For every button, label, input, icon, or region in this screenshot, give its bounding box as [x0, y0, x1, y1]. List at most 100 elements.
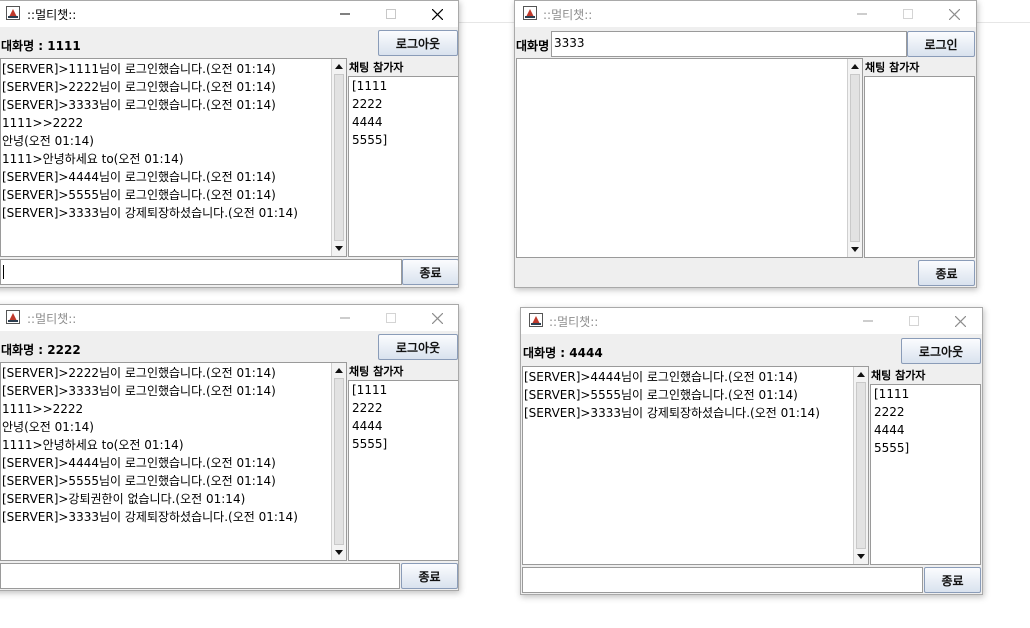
scroll-up-button[interactable] [854, 367, 868, 382]
login-button[interactable]: 로그인 [907, 31, 975, 57]
close-icon [431, 8, 443, 20]
scroll-up-button[interactable] [848, 59, 862, 74]
chat-message: [SERVER]>5555님이 로그인했습니다.(오전 01:14) [524, 388, 798, 402]
window-client: 대화명 : 2222 로그아웃 [SERVER]>2222님이 로그인했습니다.… [0, 331, 458, 590]
close-window-button[interactable] [414, 1, 458, 27]
minimize-icon [340, 13, 350, 15]
nickname-label: 대화명 [516, 39, 550, 53]
participant-item[interactable]: 2222 [871, 403, 980, 421]
nickname-input[interactable]: 3333 [551, 31, 907, 57]
arrow-down-icon [335, 246, 343, 251]
exit-button[interactable]: 종료 [401, 563, 458, 589]
chat-message: 안녕(오전 01:14) [2, 420, 94, 434]
chat-log[interactable] [516, 58, 863, 258]
minimize-button[interactable] [322, 305, 368, 331]
participant-item[interactable]: 4444 [349, 113, 458, 131]
participants-list[interactable]: [1111 2222 4444 5555] [348, 76, 458, 257]
participant-item[interactable]: 2222 [349, 399, 458, 417]
participants-list[interactable]: [1111 2222 4444 5555] [870, 384, 981, 565]
text-caret [3, 264, 4, 279]
logout-button[interactable]: 로그아웃 [378, 334, 458, 360]
chat-scrollbar[interactable] [331, 59, 346, 256]
title-bar[interactable]: ::멀티챗:: [0, 1, 458, 27]
chat-message: 1111>안녕하세요 to(오전 01:14) [2, 438, 184, 452]
participants-list[interactable]: [1111 2222 4444 5555] [348, 380, 458, 561]
chat-log[interactable]: [SERVER]>2222님이 로그인했습니다.(오전 01:14) [SERVE… [0, 362, 347, 561]
java-app-icon [529, 313, 543, 327]
scroll-down-button[interactable] [854, 549, 868, 564]
chat-window-1111: ::멀티챗:: 대화명 : 1111 로그아웃 [SERVER]>1111님이 … [0, 0, 459, 288]
chat-log[interactable]: [SERVER]>4444님이 로그인했습니다.(오전 01:14) [SERVE… [522, 366, 869, 565]
minimize-button[interactable] [839, 1, 885, 27]
participant-item[interactable]: 2222 [349, 95, 458, 113]
scroll-up-button[interactable] [332, 363, 346, 378]
window-client: 대화명 : 4444 로그아웃 [SERVER]>4444님이 로그인했습니다.… [521, 334, 982, 594]
participants-label: 채팅 참가자 [349, 365, 404, 378]
chat-message: [SERVER]>3333님이 로그인했습니다.(오전 01:14) [2, 98, 276, 112]
logout-button[interactable]: 로그아웃 [378, 30, 458, 56]
scroll-thumb[interactable] [850, 74, 860, 242]
participants-list[interactable] [864, 76, 975, 258]
participant-item[interactable]: 4444 [871, 421, 980, 439]
participant-item[interactable]: [1111 [349, 77, 458, 95]
maximize-button[interactable] [891, 308, 937, 334]
close-icon [431, 312, 443, 324]
scroll-thumb[interactable] [334, 378, 344, 545]
title-bar[interactable]: ::멀티챗:: [521, 308, 982, 334]
chat-window-2222: ::멀티챗:: 대화명 : 2222 로그아웃 [SERVER]>2222님이 … [0, 304, 459, 591]
participant-item[interactable]: [1111 [871, 385, 980, 403]
close-window-button[interactable] [931, 1, 976, 27]
scroll-thumb[interactable] [856, 382, 866, 549]
scroll-down-button[interactable] [332, 545, 346, 560]
scroll-down-button[interactable] [332, 241, 346, 256]
exit-button[interactable]: 종료 [924, 567, 981, 593]
participant-item[interactable]: 4444 [349, 417, 458, 435]
arrow-up-icon [335, 64, 343, 69]
window-client: 대화명 : 1111 로그아웃 [SERVER]>1111님이 로그인했습니다.… [0, 27, 458, 287]
close-window-button[interactable] [414, 305, 458, 331]
participants-label: 채팅 참가자 [349, 61, 404, 74]
maximize-button[interactable] [368, 1, 414, 27]
chat-message: [SERVER]>5555님이 로그인했습니다.(오전 01:14) [2, 188, 276, 202]
participant-item[interactable]: [1111 [349, 381, 458, 399]
chat-lines: [SERVER]>4444님이 로그인했습니다.(오전 01:14) [SERVE… [523, 367, 868, 422]
minimize-button[interactable] [322, 1, 368, 27]
scroll-up-button[interactable] [332, 59, 346, 74]
java-app-icon [523, 6, 537, 20]
maximize-button[interactable] [368, 305, 414, 331]
maximize-icon [386, 313, 396, 323]
chat-message: [SERVER]>3333님이 강제퇴장하셨습니다.(오전 01:14) [2, 206, 298, 220]
exit-button[interactable]: 종료 [918, 260, 975, 286]
chat-message: [SERVER]>5555님이 로그인했습니다.(오전 01:14) [2, 474, 276, 488]
maximize-button[interactable] [885, 1, 931, 27]
minimize-button[interactable] [845, 308, 891, 334]
chat-message: 1111>>2222 [2, 402, 84, 416]
chat-log[interactable]: [SERVER]>1111님이 로그인했습니다.(오전 01:14) [SERVE… [0, 58, 347, 257]
arrow-down-icon [851, 247, 859, 252]
chat-message: 안녕(오전 01:14) [2, 134, 94, 148]
message-input[interactable] [522, 567, 923, 593]
arrow-down-icon [335, 550, 343, 555]
chat-window-login: ::멀티챗:: 대화명 3333 로그인 채팅 참가자 종료 [514, 0, 977, 288]
chat-message: [SERVER]>3333님이 강제퇴장하셨습니다.(오전 01:14) [2, 510, 298, 524]
chat-message: [SERVER]>4444님이 로그인했습니다.(오전 01:14) [2, 456, 276, 470]
logout-button[interactable]: 로그아웃 [901, 338, 981, 364]
arrow-up-icon [857, 372, 865, 377]
exit-button[interactable]: 종료 [402, 259, 458, 285]
message-input[interactable] [0, 259, 402, 285]
title-bar[interactable]: ::멀티챗:: [0, 305, 458, 331]
scroll-down-button[interactable] [848, 242, 862, 257]
chat-scrollbar[interactable] [847, 59, 862, 257]
close-window-button[interactable] [937, 308, 982, 334]
title-bar[interactable]: ::멀티챗:: [515, 1, 976, 27]
message-input[interactable] [0, 563, 400, 589]
participant-item[interactable]: 5555] [349, 131, 458, 149]
participant-item[interactable]: 5555] [349, 435, 458, 453]
chat-scrollbar[interactable] [853, 367, 868, 564]
scroll-thumb[interactable] [334, 74, 344, 241]
chat-scrollbar[interactable] [331, 363, 346, 560]
participant-item[interactable]: 5555] [871, 439, 980, 457]
window-title: ::멀티챗:: [549, 315, 599, 329]
minimize-icon [857, 13, 867, 15]
nickname-label: 대화명 : 4444 [523, 346, 603, 360]
